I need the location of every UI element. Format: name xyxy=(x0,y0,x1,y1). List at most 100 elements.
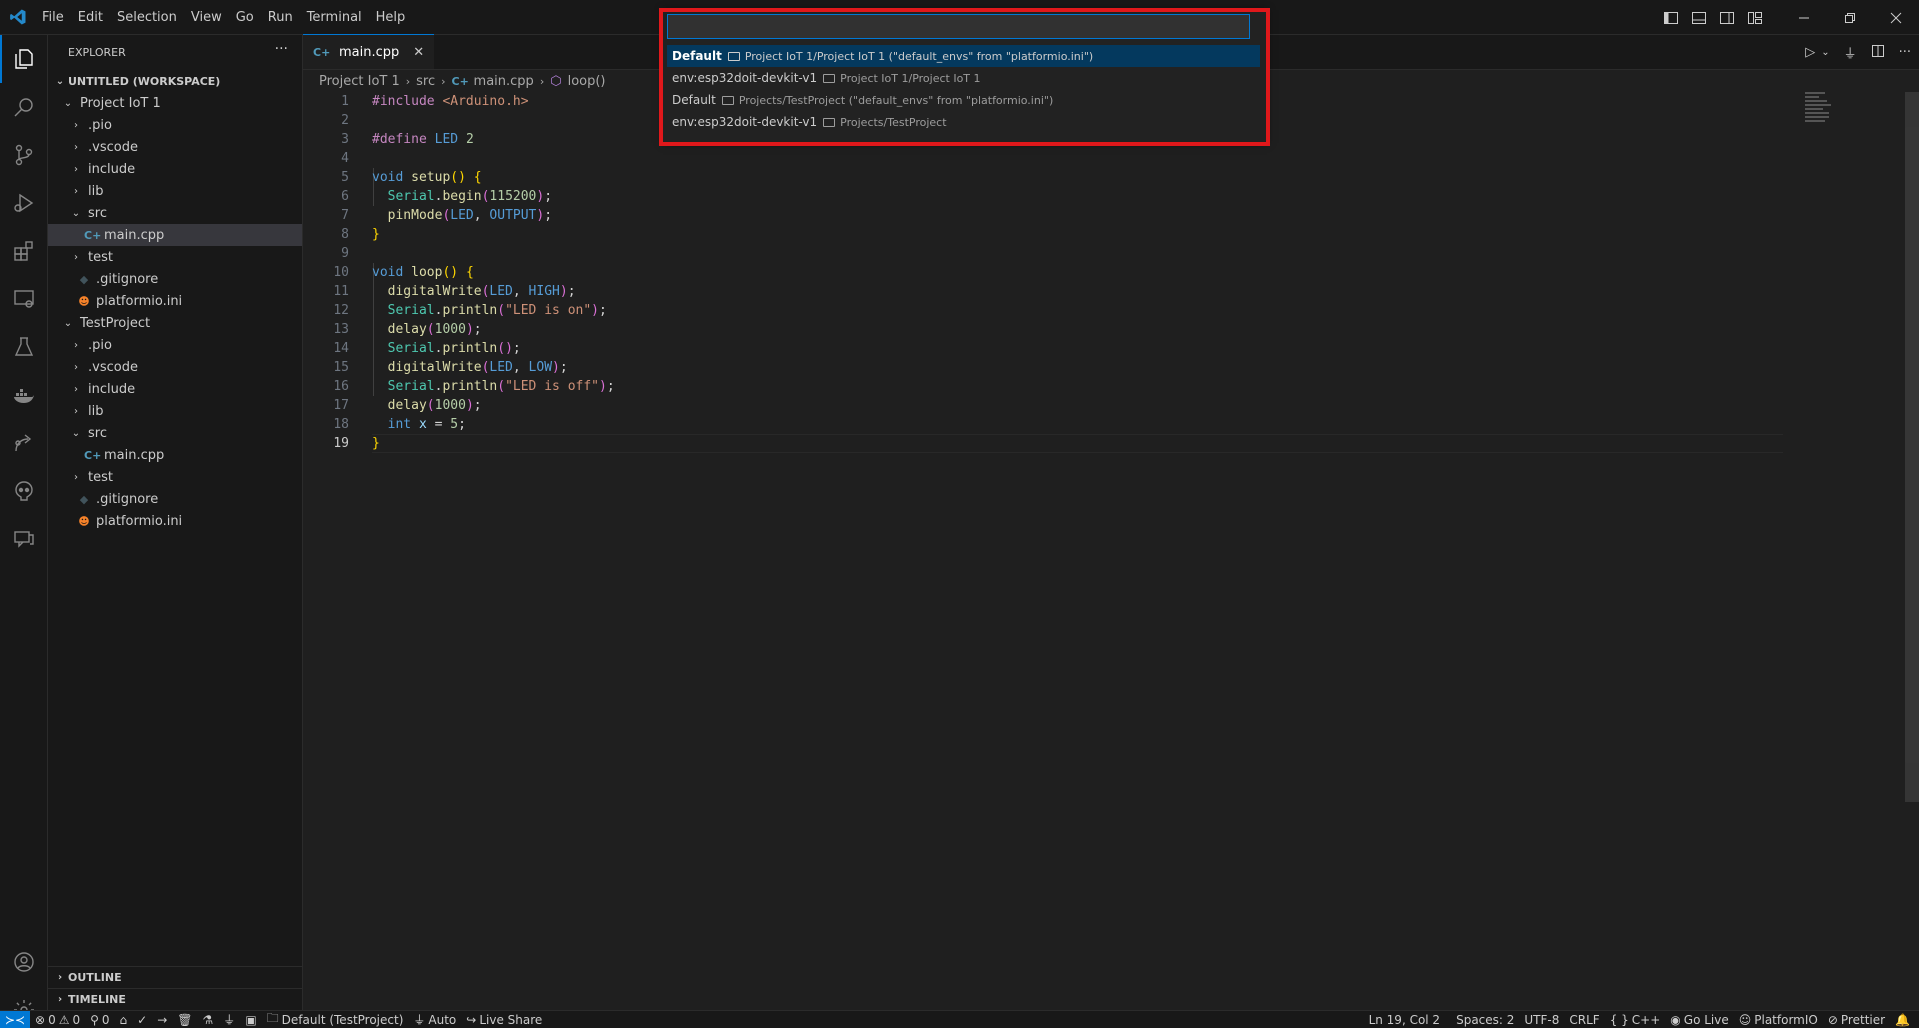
tree-item[interactable]: › lib xyxy=(48,180,302,202)
tree-item[interactable]: ☻ platformio.ini xyxy=(48,510,302,532)
close-tab-icon[interactable]: ✕ xyxy=(413,45,424,60)
toggle-secondary-sidebar-icon[interactable] xyxy=(1713,4,1741,32)
editor-actions: ▷ ⌄ ⏚ ··· xyxy=(1805,35,1911,70)
tree-item[interactable]: ◆ .gitignore xyxy=(48,488,302,510)
pio-terminal-icon[interactable]: ▣ xyxy=(240,1013,261,1027)
cursor-position[interactable]: Ln 19, Col 2 xyxy=(1364,1013,1446,1027)
pio-upload-arrow-icon[interactable]: → xyxy=(152,1013,172,1027)
tree-item[interactable]: › lib xyxy=(48,400,302,422)
source-control-icon[interactable] xyxy=(0,131,48,179)
breadcrumb-item[interactable]: loop() xyxy=(568,74,606,89)
extensions-icon[interactable] xyxy=(0,227,48,275)
tree-item[interactable]: › include xyxy=(48,158,302,180)
timeline-section-header[interactable]: › TIMELINE xyxy=(48,988,303,1010)
pio-test-flask-icon[interactable]: ⚗ xyxy=(198,1013,219,1027)
port-auto-selector[interactable]: ⏚ Auto xyxy=(408,1011,461,1028)
tab-main-cpp[interactable]: C+ main.cpp ✕ xyxy=(303,34,435,69)
tree-item[interactable]: › .vscode xyxy=(48,356,302,378)
live-share-icon[interactable] xyxy=(0,419,48,467)
run-dropdown-chevron-icon[interactable]: ⌄ xyxy=(1821,47,1829,58)
menu-terminal[interactable]: Terminal xyxy=(300,0,369,35)
minimize-icon[interactable] xyxy=(1781,0,1827,35)
code-editor[interactable]: 1 #include <Arduino.h> 2 3 #define LED 2 4… xyxy=(303,92,1783,453)
tree-item[interactable]: ◆ .gitignore xyxy=(48,268,302,290)
tree-item[interactable]: ⌄ src xyxy=(48,202,302,224)
menu-help[interactable]: Help xyxy=(369,0,413,35)
breadcrumb-item[interactable]: Project IoT 1 xyxy=(319,74,400,89)
quick-pick-item[interactable]: env:esp32doit-devkit-v1 Projects/TestProj… xyxy=(667,111,1260,133)
tree-item[interactable]: › include xyxy=(48,378,302,400)
search-icon[interactable] xyxy=(0,83,48,131)
pio-home-icon[interactable]: ⌂ xyxy=(115,1013,133,1027)
quick-pick-item[interactable]: Default Project IoT 1/Project IoT 1 ("def… xyxy=(667,45,1260,67)
remote-indicator-icon[interactable]: ≻≺ xyxy=(0,1010,30,1028)
language-mode[interactable]: { } C++ xyxy=(1605,1013,1666,1027)
more-actions-icon[interactable]: ··· xyxy=(275,41,288,57)
run-debug-icon[interactable] xyxy=(0,179,48,227)
project-env-switcher[interactable]: 🗀 Default (TestProject) xyxy=(262,1009,409,1028)
tree-item[interactable]: › test xyxy=(48,466,302,488)
live-share-button[interactable]: ↪ Live Share xyxy=(461,1013,547,1027)
more-actions-icon[interactable]: ··· xyxy=(1899,45,1911,60)
workspace-section-header[interactable]: ⌄ UNTITLED (WORKSPACE) xyxy=(48,70,302,92)
tree-item[interactable]: ⌄ src xyxy=(48,422,302,444)
menu-selection[interactable]: Selection xyxy=(110,0,184,35)
go-live-button[interactable]: ◉ Go Live xyxy=(1665,1013,1733,1027)
chevron-down-icon: ⌄ xyxy=(63,97,73,109)
folder-icon: 🗀 xyxy=(266,1011,279,1025)
menu-go[interactable]: Go xyxy=(229,0,261,35)
notifications-bell-icon[interactable]: 🔔 xyxy=(1890,1013,1915,1027)
customize-layout-icon[interactable] xyxy=(1741,4,1769,32)
outline-section-header[interactable]: › OUTLINE xyxy=(48,966,303,988)
ports-indicator[interactable]: ⚲ 0 xyxy=(85,1013,114,1027)
tree-item[interactable]: › .pio xyxy=(48,114,302,136)
vertical-scrollbar[interactable] xyxy=(1905,92,1919,802)
accounts-icon[interactable] xyxy=(0,938,48,986)
explorer-icon[interactable] xyxy=(0,35,48,83)
platformio-icon[interactable] xyxy=(0,467,48,515)
split-editor-icon[interactable] xyxy=(1871,44,1885,62)
problems-indicator[interactable]: ⊗ 0 ⚠ 0 xyxy=(30,1013,85,1027)
breadcrumb-item[interactable]: main.cpp xyxy=(474,74,534,89)
tree-item[interactable]: ☻ platformio.ini xyxy=(48,290,302,312)
prettier-status[interactable]: ⊘ Prettier xyxy=(1823,1013,1890,1027)
tree-item[interactable]: ⌄ Project IoT 1 xyxy=(48,92,302,114)
menu-run[interactable]: Run xyxy=(261,0,300,35)
toggle-panel-icon[interactable] xyxy=(1685,4,1713,32)
tree-item[interactable]: › .pio xyxy=(48,334,302,356)
quick-pick-item[interactable]: Default Projects/TestProject ("default_en… xyxy=(667,89,1260,111)
tree-item[interactable]: › .vscode xyxy=(48,136,302,158)
close-window-icon[interactable] xyxy=(1873,0,1919,35)
breadcrumb-item[interactable]: src xyxy=(416,74,435,89)
restore-icon[interactable] xyxy=(1827,0,1873,35)
indentation[interactable]: Spaces: 2 xyxy=(1451,1013,1519,1027)
chat-icon[interactable] xyxy=(0,515,48,563)
pio-serial-monitor-plug-icon[interactable]: ⏚ xyxy=(218,1011,240,1028)
toggle-primary-sidebar-icon[interactable] xyxy=(1657,4,1685,32)
chevron-right-icon: › xyxy=(74,471,78,483)
menu-file[interactable]: File xyxy=(35,0,71,35)
end-of-line[interactable]: CRLF xyxy=(1564,1013,1604,1027)
run-icon[interactable]: ▷ xyxy=(1805,45,1815,60)
docker-icon[interactable] xyxy=(0,371,48,419)
testing-icon[interactable] xyxy=(0,323,48,371)
pio-clean-trash-icon[interactable]: 🗑 xyxy=(172,1013,197,1027)
tree-item[interactable]: › test xyxy=(48,246,302,268)
minimap[interactable] xyxy=(1805,92,1905,152)
tree-item[interactable]: ⌄ TestProject xyxy=(48,312,302,334)
plug-icon[interactable]: ⏚ xyxy=(1844,43,1857,62)
tree-item[interactable]: C+ main.cpp xyxy=(48,444,302,466)
quick-pick-item[interactable]: env:esp32doit-devkit-v1 Project IoT 1/Pro… xyxy=(667,67,1260,89)
platformio-status[interactable]: ☺ PlatformIO xyxy=(1734,1013,1823,1027)
remote-explorer-icon[interactable] xyxy=(0,275,48,323)
tree-item-label: lib xyxy=(88,183,104,199)
pio-build-check-icon[interactable]: ✓ xyxy=(132,1013,152,1027)
chevron-right-icon: › xyxy=(405,74,411,88)
plug-icon: ⏚ xyxy=(413,1013,426,1027)
menu-view[interactable]: View xyxy=(184,0,229,35)
menu-edit[interactable]: Edit xyxy=(71,0,110,35)
git-file-icon: ◆ xyxy=(79,492,89,506)
encoding[interactable]: UTF-8 xyxy=(1519,1013,1564,1027)
quick-pick-input[interactable] xyxy=(667,14,1250,39)
tree-item[interactable]: C+ main.cpp xyxy=(48,224,302,246)
